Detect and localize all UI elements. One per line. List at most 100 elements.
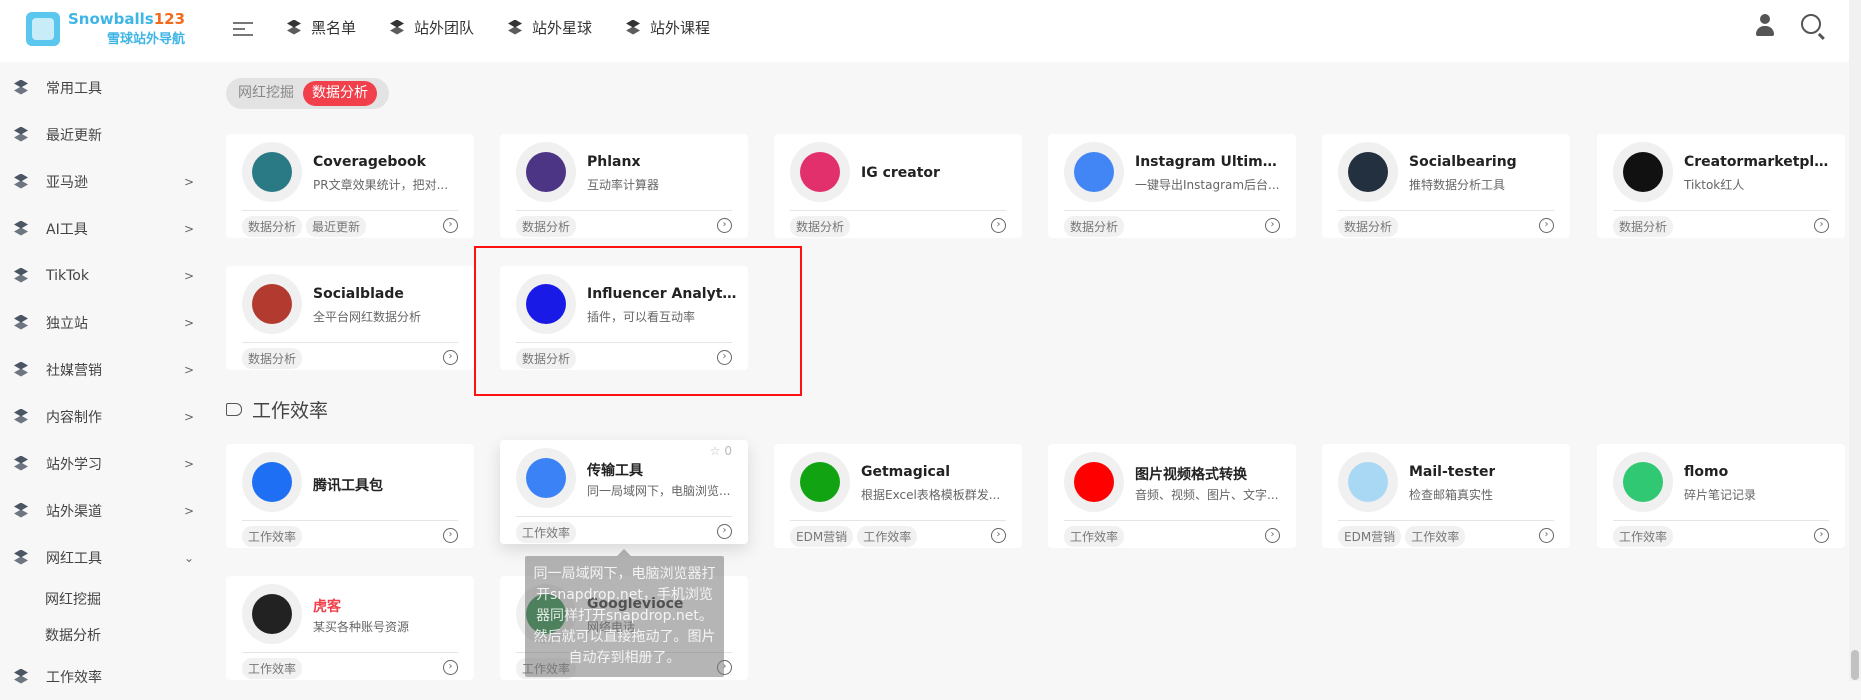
tool-logo-icon (790, 142, 850, 202)
tool-logo-icon (242, 452, 302, 512)
tag[interactable]: EDM营销 (1338, 526, 1402, 547)
sidebar-item[interactable]: 常用工具 (0, 64, 214, 111)
sidebar-item[interactable]: 工作效率 (0, 653, 214, 700)
arrow-right-circle-icon[interactable]: › (1539, 218, 1554, 233)
logo-icon (26, 11, 60, 46)
tool-logo-icon (242, 274, 302, 334)
tag[interactable]: 数据分析 (1613, 216, 1674, 237)
tool-card[interactable]: 传输工具 同一局域网下，电脑浏览... ☆ 0 工作效率 › (500, 440, 748, 544)
topnav-item[interactable]: 站外团队 (388, 17, 474, 38)
sidebar-subitem[interactable]: 数据分析 (0, 617, 214, 653)
tag[interactable]: 工作效率 (516, 522, 577, 543)
tool-card[interactable]: Socialblade 全平台网红数据分析数据分析 › (226, 266, 474, 370)
tag[interactable]: 数据分析 (1338, 216, 1399, 237)
arrow-right-circle-icon[interactable]: › (1265, 528, 1280, 543)
sidebar-item-label: 工作效率 (46, 669, 102, 686)
scrollbar[interactable] (1849, 0, 1861, 681)
sidebar-item[interactable]: 社媒营销 > (0, 346, 214, 393)
sidebar-item[interactable]: 站外学习 > (0, 440, 214, 487)
tool-title: Socialblade (313, 286, 404, 302)
sidebar-item[interactable]: 独立站 > (0, 299, 214, 346)
tool-card[interactable]: Socialbearing 推特数据分析工具 数据分析 › (1322, 134, 1570, 238)
chevron-icon: ⌄ (184, 550, 195, 565)
topnav-item[interactable]: 站外星球 (506, 17, 592, 38)
user-icon[interactable] (1755, 14, 1775, 36)
menu-toggle-button[interactable] (233, 18, 253, 38)
layers-icon (12, 126, 30, 144)
tool-card[interactable]: flomo 碎片笔记记录 工作效率 › (1597, 444, 1845, 548)
chevron-icon: > (184, 315, 195, 330)
tool-card[interactable]: 虎客 某买各种账号资源 工作效率 › (226, 576, 474, 680)
tag[interactable]: 工作效率 (857, 526, 918, 547)
tool-description: 全平台网红数据分析 (313, 310, 422, 324)
tool-logo-icon (1064, 452, 1124, 512)
tool-title: Socialbearing (1409, 154, 1517, 170)
tool-description: 检查邮箱真实性 (1409, 488, 1494, 502)
tab-data-analysis[interactable]: 数据分析 (303, 81, 377, 106)
arrow-right-circle-icon[interactable]: › (717, 218, 732, 233)
divider (790, 210, 1006, 211)
layers-icon (12, 173, 30, 191)
tag[interactable]: 工作效率 (242, 658, 303, 679)
sidebar-item[interactable]: 最近更新 (0, 111, 214, 158)
tag[interactable]: 工作效率 (1613, 526, 1674, 547)
tag[interactable]: 工作效率 (1405, 526, 1466, 547)
tag[interactable]: 工作效率 (242, 526, 303, 547)
arrow-right-circle-icon[interactable]: › (443, 660, 458, 675)
tool-card[interactable]: Influencer Analytics... 插件，可以看互动率数据分析 › (500, 266, 748, 370)
site-logo[interactable]: Snowballs123 雪球站外导航 (26, 10, 185, 47)
tag[interactable]: 最近更新 (306, 216, 367, 237)
tool-title: 腾讯工具包 (313, 478, 383, 494)
arrow-right-circle-icon[interactable]: › (443, 350, 458, 365)
arrow-right-circle-icon[interactable]: › (1814, 528, 1829, 543)
divider (516, 516, 732, 517)
arrow-right-circle-icon[interactable]: › (717, 350, 732, 365)
sidebar-item-label: 社媒营销 (46, 362, 102, 379)
header: Snowballs123 雪球站外导航 黑名单 站外团队 站外星球 站外课程 (0, 0, 1849, 62)
topnav-item[interactable]: 站外课程 (624, 17, 710, 38)
tag[interactable]: 数据分析 (242, 348, 303, 369)
tag-list: 数据分析 (516, 348, 577, 369)
sidebar-item[interactable]: 亚马逊 > (0, 158, 214, 205)
tag[interactable]: EDM营销 (790, 526, 854, 547)
tool-logo-icon (1613, 452, 1673, 512)
sidebar-item[interactable]: AI工具 > (0, 205, 214, 252)
arrow-right-circle-icon[interactable]: › (717, 524, 732, 539)
tool-card[interactable]: Coveragebook PR文章效果统计，把对... 数据分析 最近更新 › (226, 134, 474, 238)
arrow-right-circle-icon[interactable]: › (991, 218, 1006, 233)
sidebar-item[interactable]: TikTok > (0, 252, 214, 299)
tag[interactable]: 数据分析 (516, 348, 577, 369)
arrow-right-circle-icon[interactable]: › (991, 528, 1006, 543)
sidebar-subitem[interactable]: 网红挖掘 (0, 581, 214, 617)
sidebar-item[interactable]: 站外渠道 > (0, 487, 214, 534)
tag[interactable]: 数据分析 (790, 216, 851, 237)
arrow-right-circle-icon[interactable]: › (1265, 218, 1280, 233)
tag[interactable]: 数据分析 (516, 216, 577, 237)
tool-card[interactable]: 图片视频格式转换 音频、视频、图片、文字... 工作效率 › (1048, 444, 1296, 548)
sidebar-item[interactable]: 内容制作 > (0, 393, 214, 440)
tool-card[interactable]: Phlanx 互动率计算器 数据分析 › (500, 134, 748, 238)
tag[interactable]: 工作效率 (1064, 526, 1125, 547)
tool-card[interactable]: Mail-tester 检查邮箱真实性 EDM营销 工作效率 › (1322, 444, 1570, 548)
tag[interactable]: 数据分析 (242, 216, 303, 237)
tag[interactable]: 数据分析 (1064, 216, 1125, 237)
tool-card[interactable]: Creatormarketplace Tiktok红人 数据分析 › (1597, 134, 1845, 238)
sidebar-item-label: 内容制作 (46, 409, 102, 426)
tool-card[interactable]: 腾讯工具包工作效率 › (226, 444, 474, 548)
divider (516, 342, 732, 343)
brand-number: 123 (153, 10, 186, 28)
tab-influencer-mining[interactable]: 网红挖掘 (229, 81, 303, 106)
arrow-right-circle-icon[interactable]: › (1814, 218, 1829, 233)
star-count[interactable]: ☆ 0 (710, 444, 732, 458)
tool-card[interactable]: IG creator 数据分析 › (774, 134, 1022, 238)
arrow-right-circle-icon[interactable]: › (443, 218, 458, 233)
sidebar-item[interactable]: 网红工具 ⌄ (0, 534, 214, 581)
search-icon[interactable] (1801, 14, 1821, 34)
arrow-right-circle-icon[interactable]: › (1539, 528, 1554, 543)
tool-card[interactable]: Instagram Ultimate ... 一键导出Instagram后台...… (1048, 134, 1296, 238)
sidebar-item-label: 站外渠道 (46, 503, 102, 520)
tool-card[interactable]: Getmagical 根据Excel表格模板群发... EDM营销 工作效率 › (774, 444, 1022, 548)
chevron-icon: > (184, 503, 195, 518)
arrow-right-circle-icon[interactable]: › (443, 528, 458, 543)
topnav-item[interactable]: 黑名单 (285, 17, 356, 38)
